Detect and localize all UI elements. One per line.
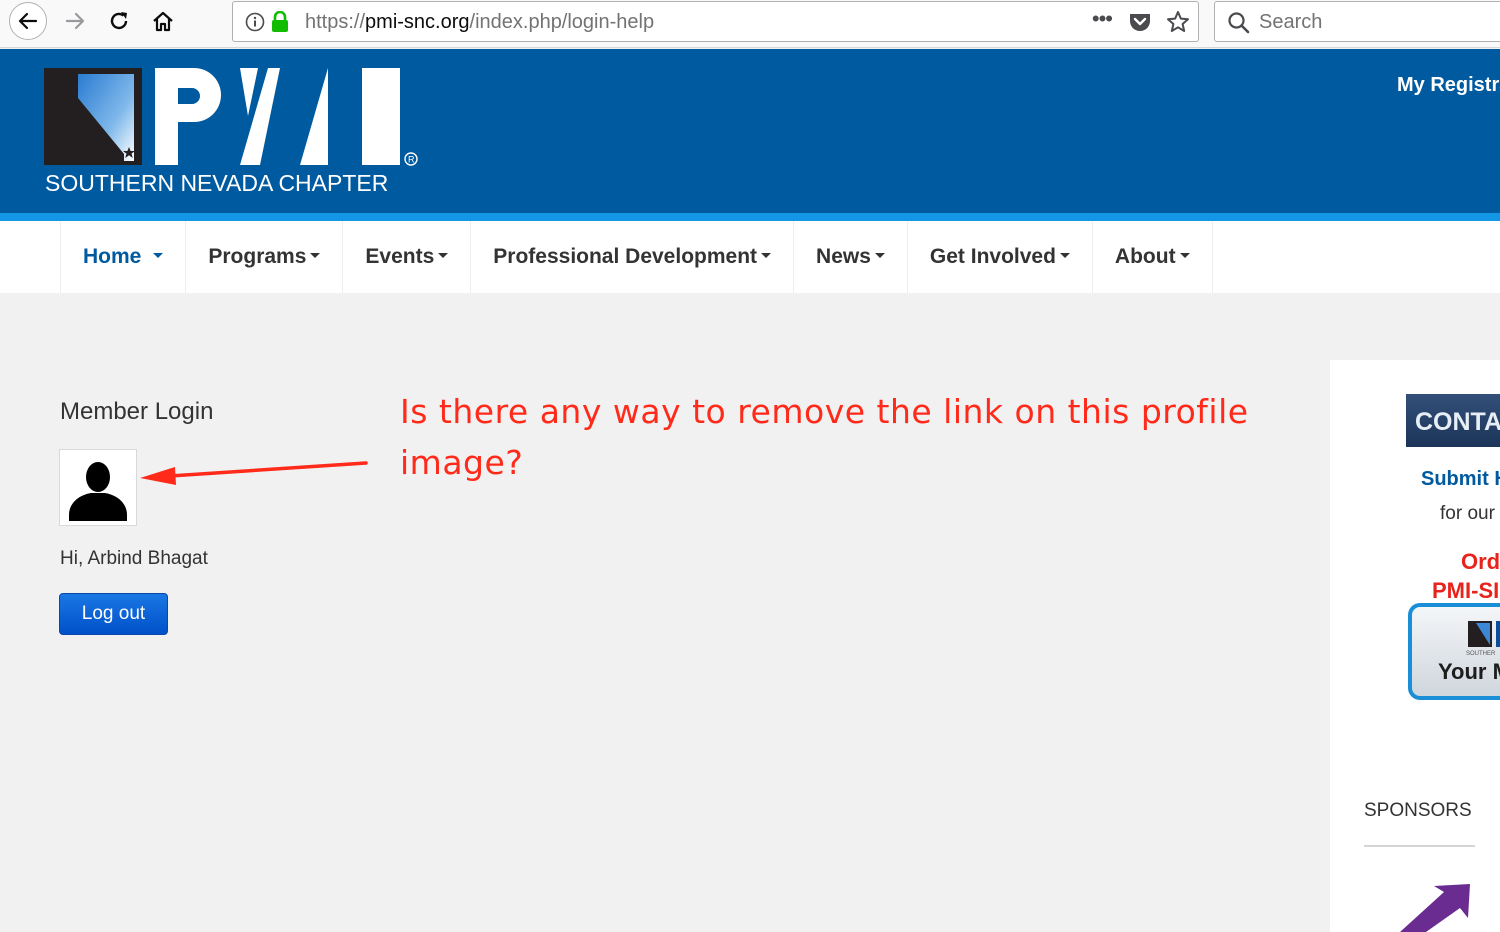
nav-label: Professional Development — [493, 245, 758, 268]
user-silhouette-icon — [69, 461, 127, 521]
nav-item-events[interactable]: Events — [343, 221, 472, 293]
nav-item-home[interactable]: Home — [61, 221, 187, 293]
contact-banner[interactable]: CONTAC — [1406, 394, 1500, 447]
header-accent-stripe — [0, 213, 1500, 221]
caret-down-icon — [153, 252, 164, 258]
lock-icon[interactable] — [271, 11, 289, 33]
info-icon[interactable] — [245, 12, 265, 32]
search-placeholder: Search — [1259, 11, 1323, 33]
caret-down-icon — [438, 252, 449, 258]
logout-button[interactable]: Log out — [59, 593, 168, 635]
back-arrow-icon — [18, 12, 38, 30]
nav-label: About — [1114, 245, 1176, 268]
home-icon — [153, 11, 173, 32]
name-badge-promo[interactable]: SOUTHER Your M — [1408, 603, 1500, 700]
nav-label: Events — [365, 245, 435, 268]
url-path: /index.php/login-help — [469, 11, 655, 33]
nav-label: Get Involved — [929, 245, 1056, 268]
nav-item-about[interactable]: About — [1093, 221, 1213, 293]
badge-small-text: SOUTHER — [1466, 651, 1496, 657]
svg-text:R: R — [408, 155, 415, 165]
my-registration-link[interactable]: My Registra — [1397, 74, 1500, 97]
url-host: pmi-snc.org — [365, 11, 470, 33]
caret-down-icon — [1179, 252, 1190, 258]
reload-button[interactable] — [100, 2, 138, 40]
right-sidebar: CONTAC Submit H for our Ord PMI-SI SOUTH… — [1330, 360, 1500, 932]
browser-toolbar: https://pmi-snc.org/index.php/login-help… — [0, 0, 1500, 48]
url-scheme: https:// — [305, 11, 366, 33]
member-login-title: Member Login — [60, 398, 214, 425]
badge-logo-icon — [1468, 621, 1500, 647]
order-heading: Ord — [1461, 549, 1500, 574]
nav-item-get-involved[interactable]: Get Involved — [908, 221, 1093, 293]
caret-down-icon — [310, 252, 321, 258]
caret-down-icon — [1059, 252, 1070, 258]
annotation-question: Is there any way to remove the link on t… — [400, 392, 1249, 482]
nav-label: News — [816, 245, 871, 268]
bookmark-star-icon[interactable] — [1166, 10, 1190, 34]
address-bar[interactable]: https://pmi-snc.org/index.php/login-help… — [232, 1, 1199, 42]
forward-button[interactable] — [56, 2, 94, 40]
nav-item-programs[interactable]: Programs — [186, 221, 344, 293]
nav-label: Home — [83, 245, 142, 268]
nav-item-professional-development[interactable]: Professional Development — [471, 221, 795, 293]
nav-item-news[interactable]: News — [794, 221, 908, 293]
nav-label: Programs — [208, 245, 307, 268]
pocket-icon[interactable] — [1128, 11, 1152, 33]
forward-arrow-icon — [65, 12, 85, 30]
annotation-arrow-icon — [140, 461, 368, 485]
sponsor-arrow-logo[interactable] — [1400, 884, 1472, 932]
url-text[interactable]: https://pmi-snc.org/index.php/login-help — [305, 11, 654, 34]
reload-icon — [110, 12, 128, 30]
user-greeting: Hi, Arbind Bhagat — [60, 548, 208, 569]
caret-down-icon — [761, 252, 772, 258]
browser-search-box[interactable]: Search — [1214, 1, 1500, 42]
home-button[interactable] — [144, 2, 182, 40]
main-navigation: Home Programs Events Professional Develo… — [0, 221, 1500, 293]
search-icon — [1228, 12, 1250, 34]
sponsors-title: SPONSORS — [1364, 800, 1472, 821]
caret-down-icon — [874, 252, 885, 258]
sidebar-text: for our — [1440, 503, 1495, 524]
order-subheading: PMI-SI — [1432, 578, 1500, 603]
profile-image-link[interactable] — [59, 449, 137, 526]
sponsors-divider — [1364, 845, 1475, 847]
submit-link[interactable]: Submit H — [1421, 468, 1500, 491]
logo-tagline: SOUTHERN NEVADA CHAPTER — [45, 170, 389, 196]
back-button[interactable] — [9, 2, 47, 40]
badge-text: Your M — [1438, 659, 1500, 684]
more-dots-icon[interactable]: ••• — [1092, 6, 1113, 32]
